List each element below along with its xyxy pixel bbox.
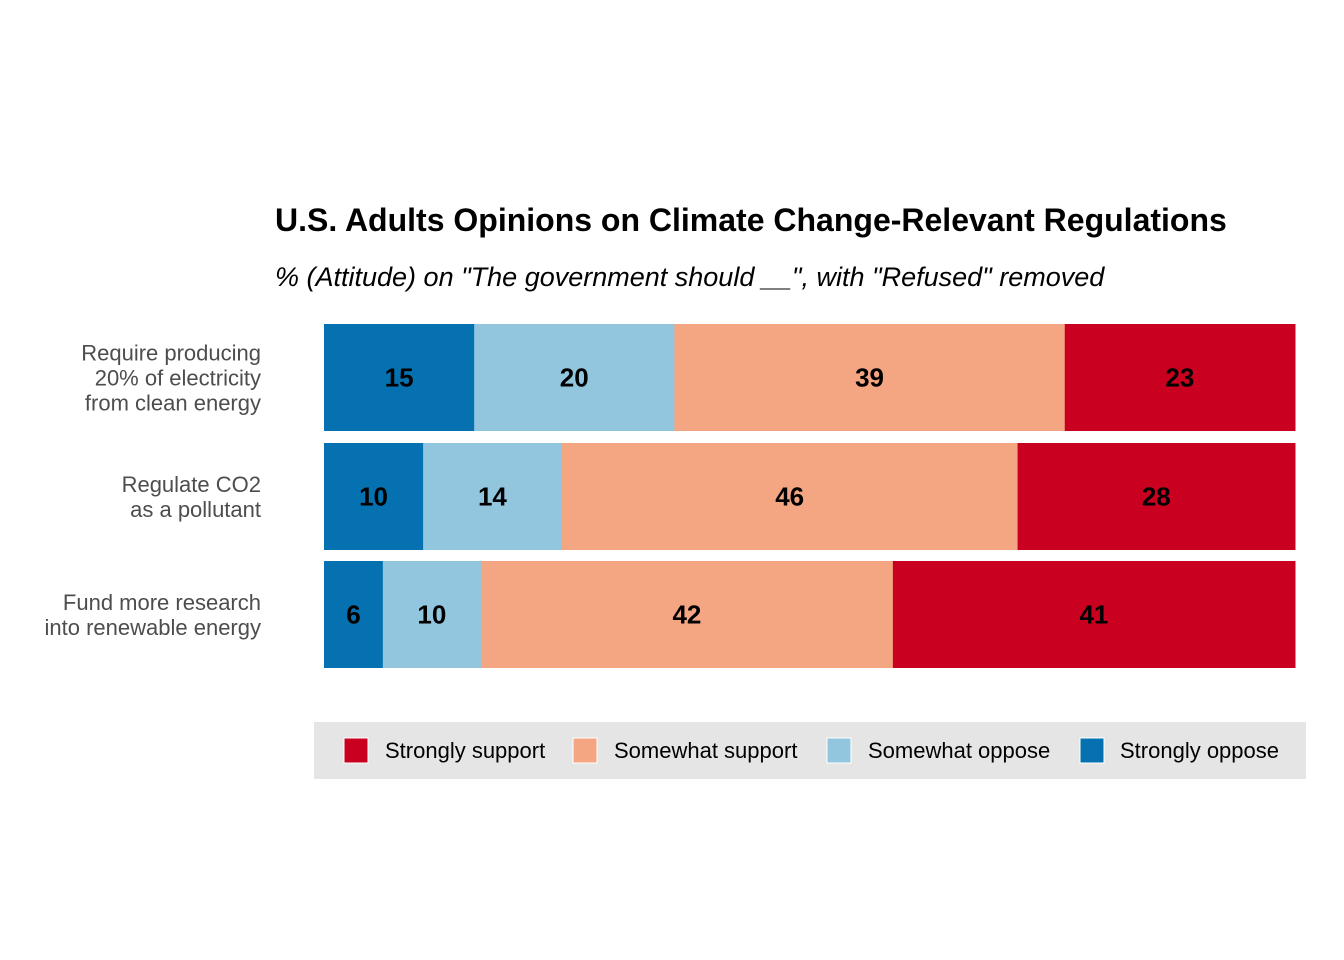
bar-value-label: 46 (775, 482, 804, 512)
legend-key-somewhat-support (572, 737, 598, 764)
bar-value-label: 28 (1142, 482, 1171, 512)
legend-key-strongly-oppose (1079, 737, 1105, 764)
bar-value-label: 6 (346, 600, 360, 630)
bar-value-label: 41 (1079, 600, 1108, 630)
chart: U.S. Adults Opinions on Climate Change-R… (45, 202, 1306, 779)
y-axis-labels: Require producing20% of electricityfrom … (45, 341, 261, 641)
legend-label: Somewhat support (614, 738, 797, 763)
legend: Strongly support Somewhat support Somewhat… (314, 722, 1306, 779)
bar-value-label: 10 (359, 482, 388, 512)
bar-value-label: 15 (385, 363, 414, 393)
legend-label: Strongly support (385, 738, 545, 763)
y-axis-label-line: from clean energy (85, 391, 261, 416)
legend-key-somewhat-oppose (826, 737, 852, 764)
y-axis-label: Regulate CO2as a pollutant (122, 472, 261, 522)
y-axis-label-line: 20% of electricity (95, 366, 261, 391)
legend-key-strongly-support (343, 737, 369, 764)
y-axis-label-line: into renewable energy (45, 615, 261, 640)
bars-group: 15 20 39 23 10 14 46 28 6 10 42 41 (324, 324, 1296, 668)
bar-value-label: 39 (855, 363, 884, 393)
bar-value-label: 23 (1165, 363, 1194, 393)
y-axis-label-line: Regulate CO2 (122, 472, 261, 497)
legend-label: Somewhat oppose (868, 738, 1050, 763)
y-axis-label-line: as a pollutant (130, 497, 261, 522)
bar-value-label: 14 (478, 482, 507, 512)
chart-title: U.S. Adults Opinions on Climate Change-R… (275, 202, 1227, 238)
bar-value-label: 10 (417, 600, 446, 630)
legend-label: Strongly oppose (1120, 738, 1279, 763)
bar-value-label: 20 (560, 363, 589, 393)
y-axis-label: Require producing20% of electricityfrom … (81, 341, 261, 416)
y-axis-label-line: Fund more research (63, 590, 261, 615)
bar-value-label: 42 (672, 600, 701, 630)
y-axis-label: Fund more researchinto renewable energy (45, 590, 261, 640)
chart-subtitle: % (Attitude) on "The government should _… (275, 262, 1105, 292)
y-axis-label-line: Require producing (81, 341, 261, 366)
